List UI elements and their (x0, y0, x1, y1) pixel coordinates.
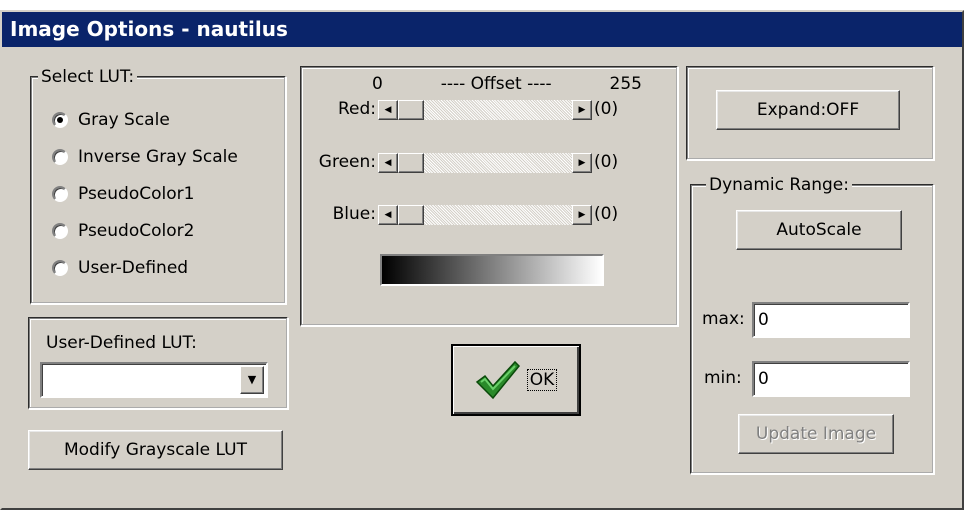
radio-button[interactable] (52, 149, 68, 165)
scroll-left-icon[interactable]: ◀ (378, 205, 398, 225)
dialog-window: Image Options - nautilus Select LUT: Gra… (0, 10, 964, 510)
offset-header: 0 ---- Offset ---- 255 (372, 74, 642, 94)
offset-min-label: 0 (372, 74, 383, 94)
lut-options: Gray Scale Inverse Gray Scale PseudoColo… (52, 108, 238, 280)
max-label: max: (702, 309, 745, 329)
scroll-right-icon[interactable]: ▶ (572, 153, 592, 173)
min-input[interactable]: 0 (752, 361, 910, 397)
dynamic-range-legend: Dynamic Range: (706, 175, 852, 195)
expand-label: Expand:OFF (756, 100, 860, 120)
user-defined-lut-label: User-Defined LUT: (46, 333, 197, 353)
radio-button[interactable] (52, 186, 68, 202)
slider-thumb[interactable] (398, 153, 424, 173)
radio-label: PseudoColor1 (78, 184, 195, 204)
modify-grayscale-lut-button[interactable]: Modify Grayscale LUT (28, 430, 283, 470)
expand-frame: Expand:OFF (686, 66, 934, 160)
radio-label: Inverse Gray Scale (78, 147, 238, 167)
blue-label: Blue: (332, 204, 376, 224)
red-value: (0) (594, 99, 619, 119)
offset-max-label: 255 (609, 74, 642, 94)
radio-user-defined[interactable]: User-Defined (52, 256, 238, 280)
radio-pseudocolor1[interactable]: PseudoColor1 (52, 182, 238, 206)
user-defined-lut-select[interactable]: ▼ (40, 362, 268, 398)
radio-gray-scale[interactable]: Gray Scale (52, 108, 238, 132)
select-lut-legend: Select LUT: (38, 67, 138, 87)
autoscale-label: AutoScale (776, 220, 862, 240)
min-value: 0 (758, 369, 769, 389)
max-value: 0 (758, 310, 769, 330)
blue-offset-slider[interactable]: ◀ ▶ (378, 205, 592, 225)
slider-track[interactable] (398, 100, 572, 120)
checkmark-icon (475, 360, 520, 400)
slider-track[interactable] (398, 153, 572, 173)
scroll-left-icon[interactable]: ◀ (378, 100, 398, 120)
modify-grayscale-lut-label: Modify Grayscale LUT (63, 440, 248, 460)
window-title: Image Options - nautilus (10, 17, 288, 41)
offset-frame: 0 ---- Offset ---- 255 Red: ◀ ▶ (0) Gree… (300, 66, 678, 326)
radio-button[interactable] (52, 260, 68, 276)
radio-button[interactable] (52, 112, 68, 128)
update-image-label: Update Image (755, 424, 877, 444)
slider-track[interactable] (398, 205, 572, 225)
green-value: (0) (594, 152, 619, 172)
green-offset-slider[interactable]: ◀ ▶ (378, 153, 592, 173)
chevron-down-icon[interactable]: ▼ (240, 366, 264, 394)
autoscale-button[interactable]: AutoScale (736, 210, 902, 250)
slider-thumb[interactable] (398, 100, 424, 120)
scroll-left-icon[interactable]: ◀ (378, 153, 398, 173)
scroll-right-icon[interactable]: ▶ (572, 100, 592, 120)
dynamic-range-group: Dynamic Range: AutoScale max: 0 min: 0 U… (690, 175, 934, 474)
offset-title: ---- Offset ---- (440, 74, 552, 94)
select-lut-group: Select LUT: Gray Scale Inverse Gray Scal… (30, 67, 286, 304)
radio-inverse-gray-scale[interactable]: Inverse Gray Scale (52, 145, 238, 169)
ok-label: OK (526, 369, 558, 391)
radio-label: PseudoColor2 (78, 221, 195, 241)
slider-thumb[interactable] (398, 205, 424, 225)
user-defined-lut-frame: User-Defined LUT: ▼ (28, 317, 288, 409)
radio-label: User-Defined (78, 258, 189, 278)
red-label: Red: (337, 99, 376, 119)
title-bar[interactable]: Image Options - nautilus (2, 12, 962, 47)
radio-label: Gray Scale (78, 110, 170, 130)
green-label: Green: (318, 152, 376, 172)
max-input[interactable]: 0 (752, 302, 910, 338)
lut-gradient-preview (380, 254, 604, 286)
radio-button[interactable] (52, 223, 68, 239)
update-image-button[interactable]: Update Image (738, 414, 894, 454)
red-offset-slider[interactable]: ◀ ▶ (378, 100, 592, 120)
radio-pseudocolor2[interactable]: PseudoColor2 (52, 219, 238, 243)
ok-button[interactable]: OK (451, 344, 581, 416)
blue-value: (0) (594, 204, 619, 224)
min-label: min: (704, 368, 742, 388)
expand-button[interactable]: Expand:OFF (716, 90, 900, 130)
scroll-right-icon[interactable]: ▶ (572, 205, 592, 225)
